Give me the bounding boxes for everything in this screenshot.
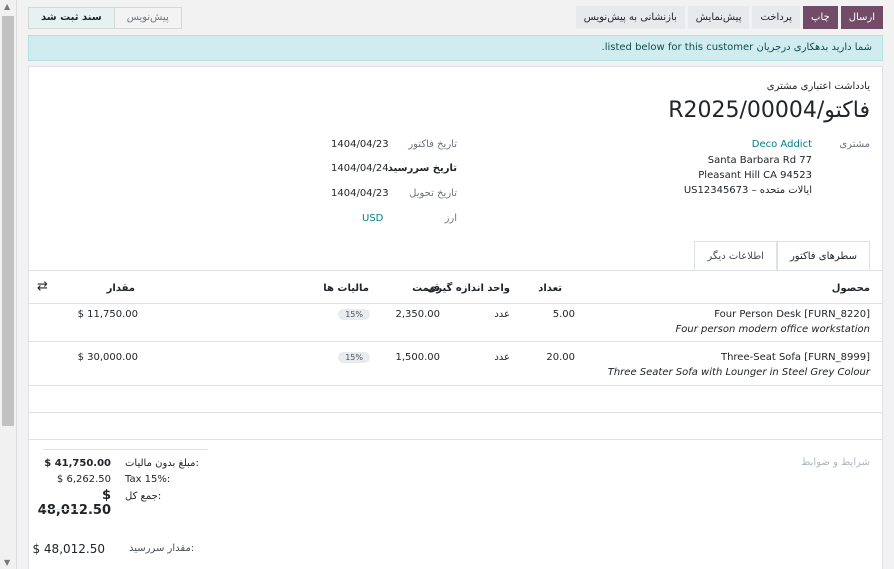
empty-row xyxy=(29,414,882,440)
action-toolbar: بازنشانی به پیش‌نویس پیش‌نمایش پرداخت چا… xyxy=(575,6,883,29)
tax-badge[interactable]: 15% xyxy=(338,309,370,320)
due-date-label: تاریخ سررسید xyxy=(387,163,457,174)
totals-divider xyxy=(43,509,83,510)
customer-label: مشتری xyxy=(839,139,870,150)
outstanding-credits-alert: شما دارید بدهکاری درجریان listed below f… xyxy=(28,35,883,61)
line-description: Three Seater Sofa with Lounger in Steel … xyxy=(607,367,870,378)
tab-invoice-lines[interactable]: سطرهای فاکتور xyxy=(776,241,870,270)
main-content: سند ثبت شد پیش‌نویس بازنشانی به پیش‌نویس… xyxy=(17,0,894,569)
status-bar: سند ثبت شد پیش‌نویس xyxy=(28,7,182,29)
untaxed-amount-value: $ 41,750.00 xyxy=(44,458,111,469)
line-description: Four person modern office workstation xyxy=(675,324,871,335)
customer-address-line1: Santa Barbara Rd 77 xyxy=(707,155,812,166)
invoice-date-label: تاریخ فاکتور xyxy=(408,139,457,150)
optional-columns-toggle-icon[interactable]: ⇄ xyxy=(37,279,48,294)
invoice-date-value[interactable]: 1404/04/23 xyxy=(331,139,389,150)
amount-due-value: $ 48,012.50 xyxy=(32,542,105,556)
terms-conditions-placeholder[interactable]: شرایط و ضوابط xyxy=(801,457,870,468)
print-button[interactable]: چاپ xyxy=(803,6,838,29)
notebook-tabs: سطرهای فاکتور اطلاعات دیگر xyxy=(694,241,870,270)
line-price[interactable]: 2,350.00 xyxy=(395,309,440,320)
column-amount[interactable]: مقدار xyxy=(107,283,135,294)
column-quantity[interactable]: تعداد xyxy=(538,283,562,294)
customer-address-line3: ایالات متحده – US12345673 xyxy=(683,185,812,196)
line-quantity[interactable]: 20.00 xyxy=(546,352,575,363)
tax-badge[interactable]: 15% xyxy=(338,352,370,363)
currency-link[interactable]: USD xyxy=(362,213,383,224)
document-type: یادداشت اعتباری مشتری xyxy=(766,81,870,92)
tax-value: $ 6,262.50 xyxy=(56,474,111,485)
line-uom[interactable]: عدد xyxy=(494,352,510,363)
scrollbar-thumb[interactable] xyxy=(2,16,14,426)
total-label: جمع کل: xyxy=(125,491,162,502)
line-product[interactable]: Three-Seat Sofa [FURN_8999] xyxy=(721,352,870,363)
column-price[interactable]: قیمت xyxy=(412,283,440,294)
total-value: $ 48,012.50 xyxy=(37,488,111,518)
scroll-down-icon[interactable]: ▼ xyxy=(4,558,10,567)
page-title: Rفاکتو/2025/00004 xyxy=(668,98,870,123)
delivery-date-value[interactable]: 1404/04/23 xyxy=(331,188,389,199)
table-row[interactable]: Three-Seat Sofa [FURN_8999] Three Seater… xyxy=(29,343,882,386)
customer-address-line2: Pleasant Hill CA 94523 xyxy=(698,170,812,181)
line-amount: $ 11,750.00 xyxy=(77,309,138,320)
send-button[interactable]: ارسال xyxy=(840,6,883,29)
customer-link[interactable]: Deco Addict xyxy=(752,139,812,150)
status-draft[interactable]: پیش‌نویس xyxy=(115,8,181,28)
table-row[interactable]: Four Person Desk [FURN_8220] Four person… xyxy=(29,305,882,342)
empty-row xyxy=(29,387,882,413)
scroll-up-icon[interactable]: ▲ xyxy=(4,2,10,11)
totals-divider xyxy=(43,449,208,450)
form-sheet: یادداشت اعتباری مشتری Rفاکتو/2025/00004 … xyxy=(28,66,883,569)
line-product[interactable]: Four Person Desk [FURN_8220] xyxy=(714,309,870,320)
pay-button[interactable]: پرداخت xyxy=(752,6,801,29)
reset-to-draft-button[interactable]: بازنشانی به پیش‌نویس xyxy=(575,6,685,29)
untaxed-amount-label: مبلغ بدون مالیات: xyxy=(125,458,199,469)
column-taxes[interactable]: مالیات ها xyxy=(323,283,369,294)
line-uom[interactable]: عدد xyxy=(494,309,510,320)
line-quantity[interactable]: 5.00 xyxy=(553,309,575,320)
delivery-date-label: تاریخ تحویل xyxy=(409,188,457,199)
line-amount: $ 30,000.00 xyxy=(77,352,138,363)
vertical-scrollbar[interactable]: ▲ ▼ xyxy=(0,0,17,569)
currency-label: ارز xyxy=(444,213,457,224)
preview-button[interactable]: پیش‌نمایش xyxy=(687,6,750,29)
line-price[interactable]: 1,500.00 xyxy=(395,352,440,363)
column-product[interactable]: محصول xyxy=(832,283,870,294)
lines-table-header: محصول تعداد واحد اندازه گیری قیمت مالیات… xyxy=(29,271,882,304)
amount-due-label: مقدار سررسید: xyxy=(129,543,195,554)
tax-label: Tax 15%: xyxy=(125,474,171,485)
tab-other-info[interactable]: اطلاعات دیگر xyxy=(694,241,777,270)
due-date-value[interactable]: 1404/04/24 xyxy=(331,163,389,174)
status-posted[interactable]: سند ثبت شد xyxy=(29,8,115,28)
